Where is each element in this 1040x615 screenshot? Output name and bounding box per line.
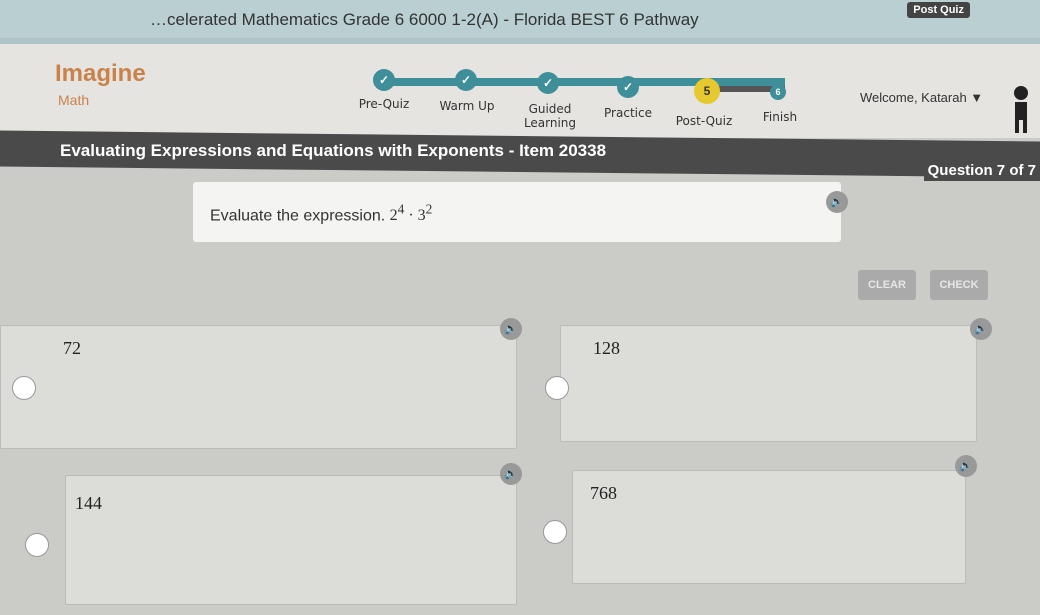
- exponent: 4: [397, 202, 405, 217]
- step-current: 5: [694, 78, 720, 104]
- clear-button[interactable]: CLEAR: [858, 270, 916, 300]
- speaker-icon[interactable]: 🔈: [500, 463, 522, 485]
- speaker-icon[interactable]: 🔈: [500, 318, 522, 340]
- lesson-title: Evaluating Expressions and Equations wit…: [60, 141, 607, 160]
- post-quiz-tab[interactable]: Post Quiz: [907, 2, 970, 18]
- progress-track: [385, 78, 785, 86]
- step-label: Warm Up: [439, 99, 495, 113]
- base: 3: [417, 207, 426, 225]
- step-label: Post-Quiz: [675, 114, 733, 128]
- answer-radio[interactable]: [545, 376, 569, 400]
- avatar-icon: [1014, 86, 1028, 133]
- prompt-text: Evaluate the expression.: [210, 207, 386, 225]
- step-label: Finish: [762, 110, 798, 124]
- exponent: 2: [425, 202, 433, 217]
- step-label: Guided Learning: [523, 102, 577, 130]
- answer-text: 72: [63, 338, 81, 358]
- user-menu[interactable]: Welcome, Katarah ▼: [860, 90, 983, 105]
- step-check-icon: ✓: [537, 72, 559, 94]
- answer-text: 128: [593, 338, 620, 358]
- step-label: Practice: [604, 106, 652, 120]
- operator: ·: [408, 207, 414, 225]
- speaker-icon[interactable]: 🔈: [970, 318, 992, 340]
- answer-card[interactable]: [65, 475, 517, 605]
- question-prompt: Evaluate the expression. 24 · 32: [210, 202, 432, 225]
- step-finish: 6: [770, 84, 786, 100]
- step-check-icon: ✓: [455, 69, 477, 91]
- check-button[interactable]: CHECK: [930, 270, 988, 300]
- question-counter: Question 7 of 7: [923, 160, 1040, 181]
- answer-card[interactable]: [560, 325, 977, 442]
- logo-sub: Math: [58, 92, 90, 108]
- answer-text: 144: [75, 493, 102, 513]
- step-check-icon: ✓: [617, 76, 639, 98]
- logo-name: Imagine: [55, 60, 146, 87]
- base: 2: [389, 207, 398, 225]
- step-check-icon: ✓: [373, 69, 395, 91]
- speaker-icon[interactable]: 🔈: [826, 191, 848, 213]
- speaker-icon[interactable]: 🔈: [955, 455, 977, 477]
- answer-radio[interactable]: [25, 533, 49, 557]
- expression: 24 · 32: [389, 202, 433, 225]
- step-label: Pre-Quiz: [358, 97, 410, 111]
- answer-card[interactable]: [572, 470, 966, 584]
- answer-text: 768: [590, 483, 617, 503]
- answer-radio[interactable]: [12, 376, 36, 400]
- course-title: …celerated Mathematics Grade 6 6000 1-2(…: [150, 10, 699, 29]
- course-title-bar: …celerated Mathematics Grade 6 6000 1-2(…: [0, 0, 1040, 44]
- answer-radio[interactable]: [543, 520, 567, 544]
